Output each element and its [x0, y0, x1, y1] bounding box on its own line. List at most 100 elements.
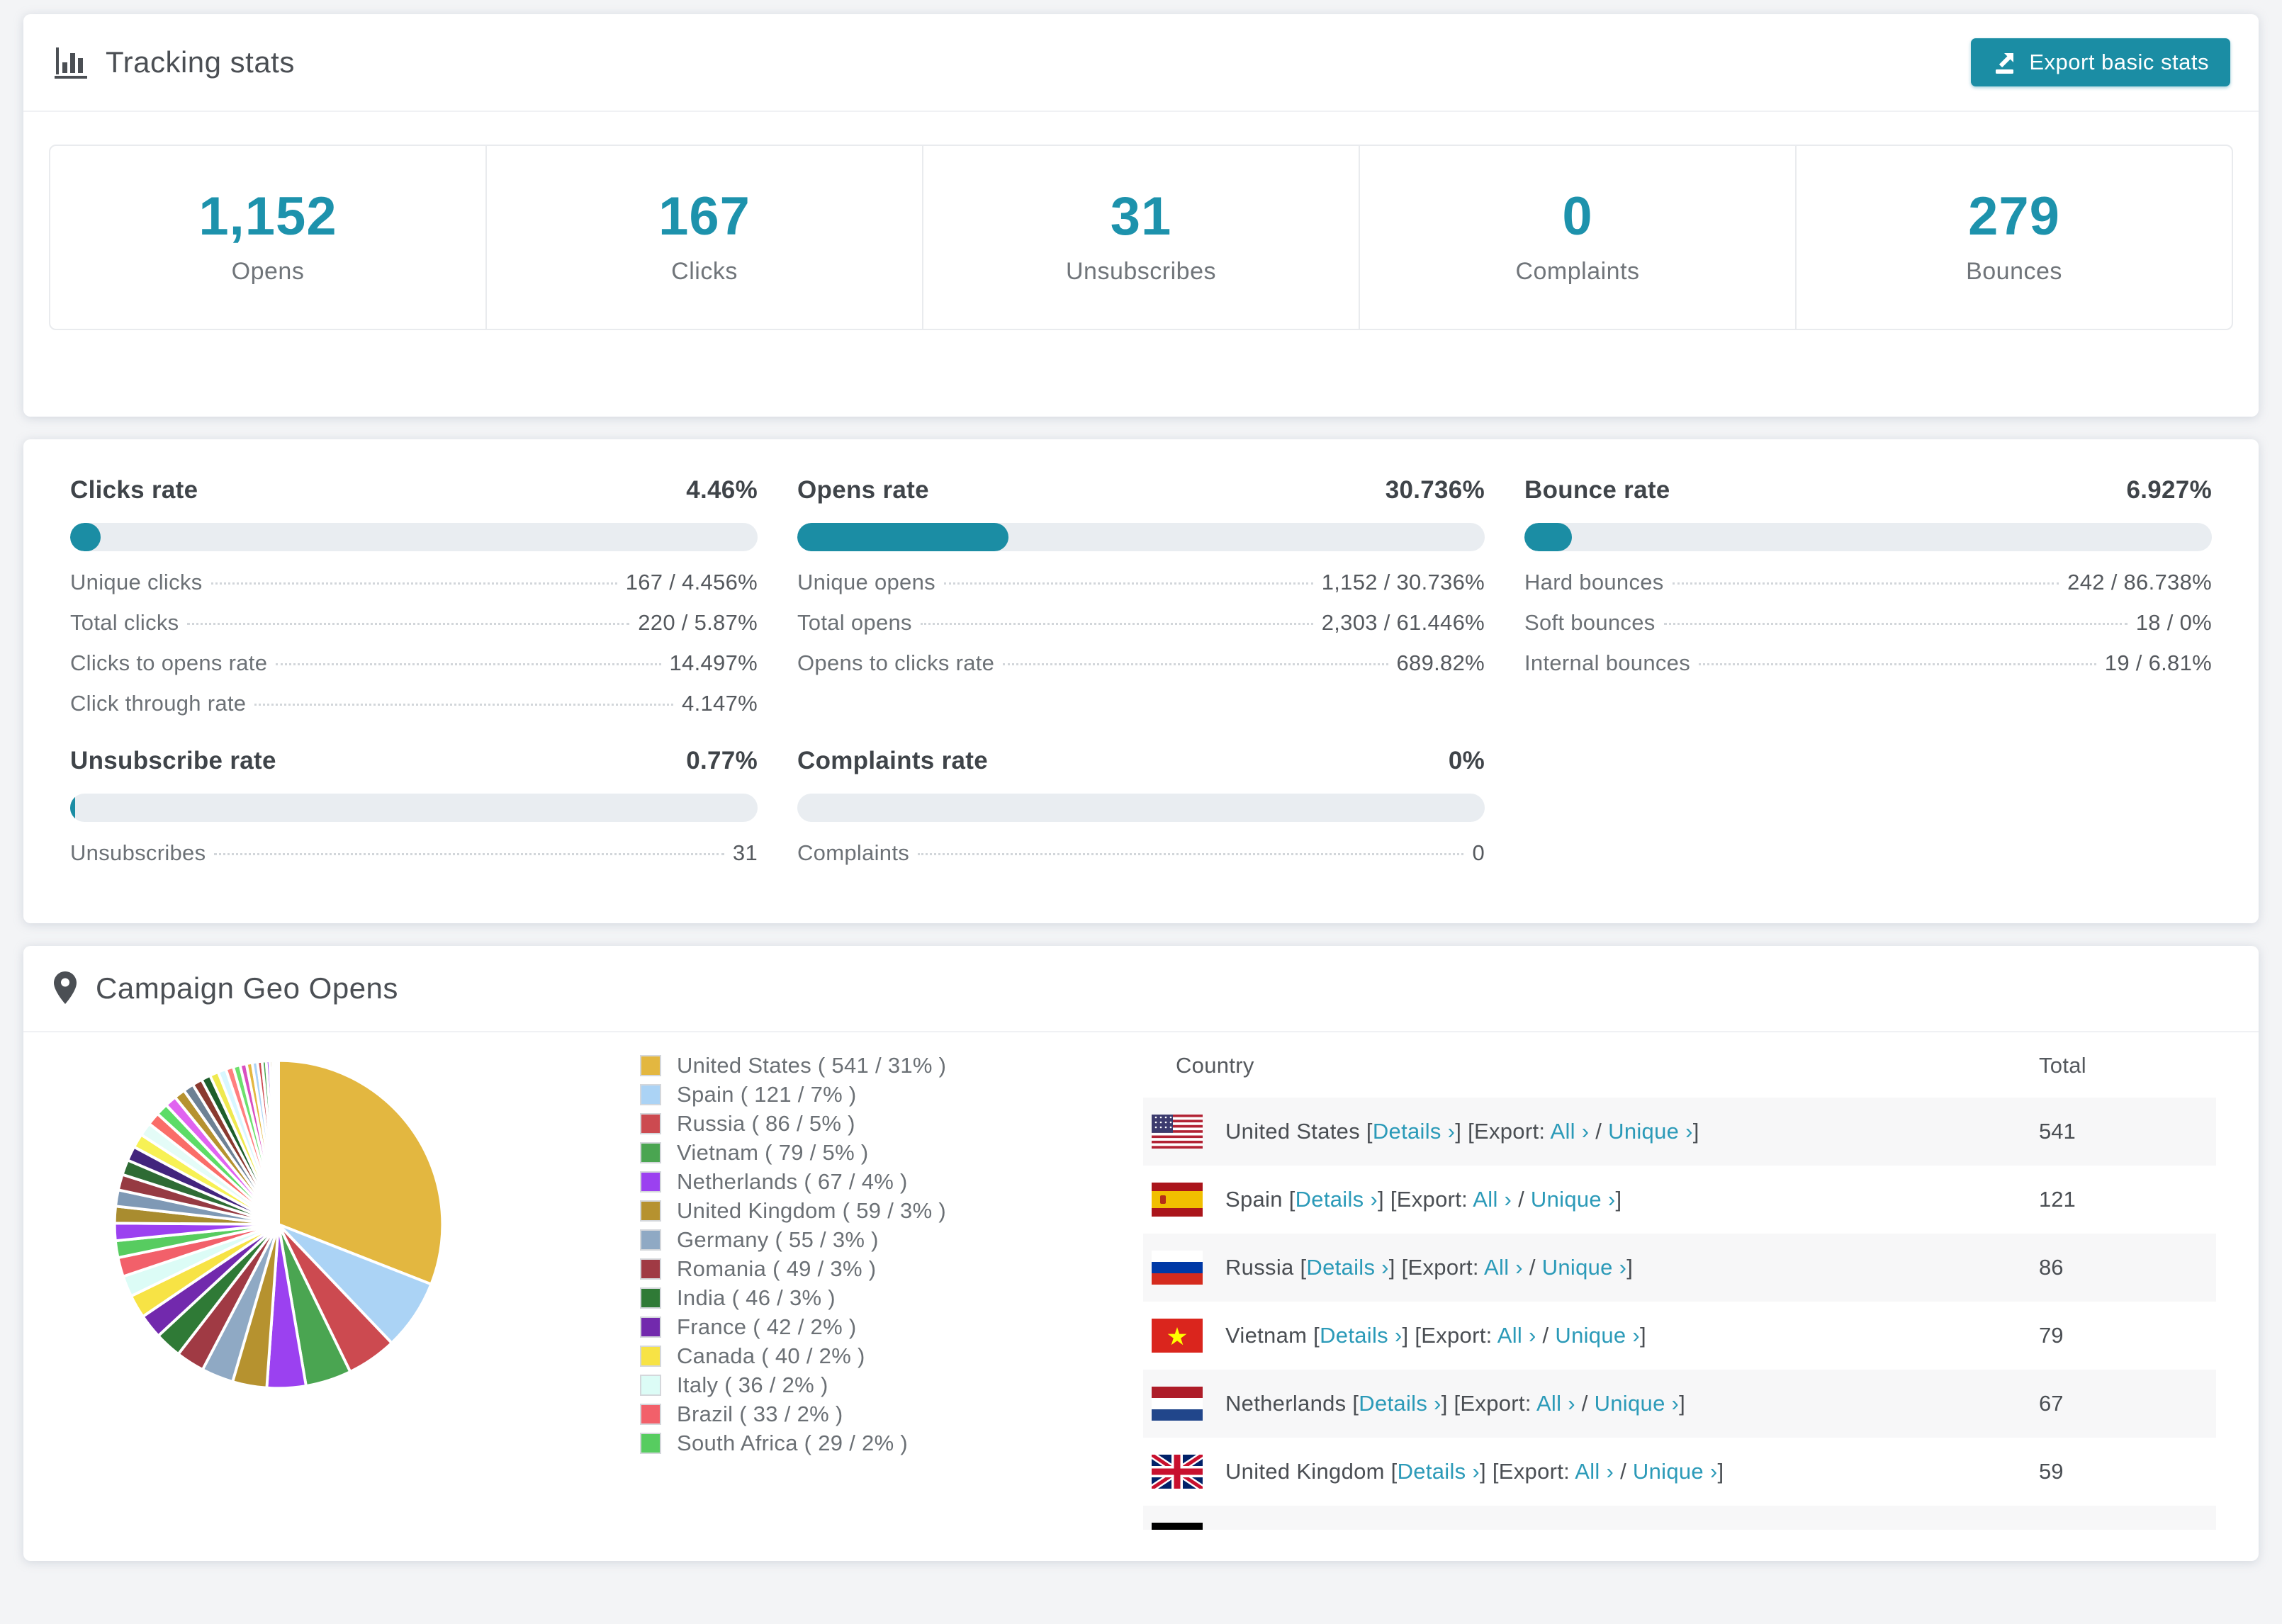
country-links: United States [Details ›] [Export: All ›…: [1225, 1119, 1699, 1144]
country-links: Netherlands [Details ›] [Export: All › /…: [1225, 1391, 1686, 1416]
export-unique-link[interactable]: Unique ›: [1595, 1391, 1680, 1416]
summary-stat-clicks: 167 Clicks: [487, 146, 923, 329]
legend-item-united-states[interactable]: United States ( 541 / 31% ): [640, 1051, 1023, 1080]
legend-label: Vietnam ( 79 / 5% ): [677, 1139, 869, 1165]
export-unique-link[interactable]: Unique ›: [1566, 1527, 1651, 1530]
rate-detail-row: Internal bounces 19 / 6.81%: [1524, 650, 2212, 675]
geo-table: Country Total United States [Details ›] …: [1143, 1034, 2216, 1530]
legend-swatch: [640, 1316, 661, 1338]
summary-stat-value: 1,152: [198, 186, 337, 247]
export-unique-link[interactable]: Unique ›: [1531, 1187, 1616, 1212]
legend-item-spain[interactable]: Spain ( 121 / 7% ): [640, 1080, 1023, 1109]
rate-title: Clicks rate: [70, 476, 198, 504]
country-total: 55: [2039, 1506, 2216, 1530]
details-link[interactable]: Details ›: [1398, 1459, 1480, 1484]
country-total: 59: [2039, 1459, 2064, 1484]
country-total: 541: [2039, 1119, 2076, 1144]
rate-detail-value: 14.497%: [669, 650, 758, 675]
rate-detail-value: 4.147%: [682, 691, 758, 716]
export-all-link[interactable]: All ›: [1536, 1391, 1575, 1416]
summary-stat-label: Complaints: [1515, 257, 1640, 285]
export-all-link[interactable]: All ›: [1497, 1323, 1536, 1348]
export-unique-link[interactable]: Unique ›: [1608, 1119, 1693, 1144]
details-link[interactable]: Details ›: [1306, 1255, 1388, 1280]
export-basic-stats-button[interactable]: Export basic stats: [1971, 38, 2230, 86]
rate-detail-row: Complaints 0: [797, 840, 1485, 865]
country-cell: Netherlands [Details ›] [Export: All › /…: [1143, 1387, 2039, 1421]
legend-item-russia[interactable]: Russia ( 86 / 5% ): [640, 1109, 1023, 1138]
export-unique-link[interactable]: Unique ›: [1633, 1459, 1718, 1484]
legend-item-south-africa[interactable]: South Africa ( 29 / 2% ): [640, 1428, 1023, 1457]
legend-swatch: [640, 1171, 661, 1192]
legend-swatch: [640, 1112, 661, 1134]
tracking-stats-card: Tracking stats Export basic stats 1,152 O…: [23, 14, 2259, 417]
rate-detail-value: 242 / 86.738%: [2067, 570, 2212, 594]
details-link[interactable]: Details ›: [1295, 1187, 1378, 1212]
legend-label: Germany ( 55 / 3% ): [677, 1227, 879, 1252]
rate-detail-value: 2,303 / 61.446%: [1321, 610, 1485, 635]
export-all-link[interactable]: All ›: [1507, 1527, 1546, 1530]
rate-block-opens-rate: Opens rate 30.736% Unique opens 1,152 / 30.…: [797, 476, 1485, 713]
legend-item-canada[interactable]: Canada ( 40 / 2% ): [640, 1341, 1023, 1370]
summary-stat-value: 0: [1562, 186, 1593, 247]
rate-detail-row: Unique clicks 167 / 4.456%: [70, 570, 758, 594]
rate-detail-value: 1,152 / 30.736%: [1321, 570, 1485, 594]
legend-item-india[interactable]: India ( 46 / 3% ): [640, 1283, 1023, 1312]
details-link[interactable]: Details ›: [1373, 1119, 1455, 1144]
legend-item-netherlands[interactable]: Netherlands ( 67 / 4% ): [640, 1167, 1023, 1196]
legend-swatch: [640, 1258, 661, 1280]
export-all-link[interactable]: All ›: [1551, 1119, 1590, 1144]
tracking-stats-title: Tracking stats: [106, 45, 295, 79]
legend-item-romania[interactable]: Romania ( 49 / 3% ): [640, 1254, 1023, 1283]
rate-detail-row: Unsubscribes 31: [70, 840, 758, 865]
rate-detail-value: 167 / 4.456%: [625, 570, 758, 594]
geo-pie-svg: [113, 1059, 444, 1390]
summary-stat-complaints: 0 Complaints: [1360, 146, 1797, 329]
legend-item-germany[interactable]: Germany ( 55 / 3% ): [640, 1225, 1023, 1254]
legend-label: United Kingdom ( 59 / 3% ): [677, 1197, 946, 1223]
country-links: Germany [Details ›] [Export: All › / Uni…: [1225, 1527, 1656, 1530]
details-link[interactable]: Details ›: [1320, 1323, 1402, 1348]
export-unique-link[interactable]: Unique ›: [1555, 1323, 1640, 1348]
geo-pie-legend: United States ( 541 / 31% ) Spain ( 121 /…: [640, 1034, 1023, 1457]
legend-swatch: [640, 1229, 661, 1251]
rate-title: Unsubscribe rate: [70, 747, 276, 774]
export-all-link[interactable]: All ›: [1575, 1459, 1614, 1484]
rate-detail-row: Unique opens 1,152 / 30.736%: [797, 570, 1485, 594]
legend-item-france[interactable]: France ( 42 / 2% ): [640, 1312, 1023, 1341]
details-link[interactable]: Details ›: [1359, 1391, 1441, 1416]
pie-slice[interactable]: [276, 1059, 280, 1226]
export-all-link[interactable]: All ›: [1484, 1255, 1523, 1280]
geo-opens-card: Campaign Geo Opens United States ( 541 /…: [23, 946, 2259, 1561]
country-total: 67: [2039, 1391, 2064, 1416]
rate-detail-label: Total opens: [797, 610, 912, 635]
rate-detail-row: Soft bounces 18 / 0%: [1524, 610, 2212, 635]
legend-swatch: [640, 1287, 661, 1309]
country-cell: United States [Details ›] [Export: All ›…: [1143, 1115, 2039, 1149]
rate-value: 6.927%: [2126, 476, 2212, 504]
legend-item-united-kingdom[interactable]: United Kingdom ( 59 / 3% ): [640, 1196, 1023, 1225]
flag-vn: [1152, 1319, 1203, 1353]
legend-label: United States ( 541 / 31% ): [677, 1052, 947, 1078]
summary-stats-row: 1,152 Opens 167 Clicks 31 Unsubscribes 0 Compla…: [49, 145, 2233, 330]
export-unique-link[interactable]: Unique ›: [1542, 1255, 1627, 1280]
flag-es: [1152, 1183, 1203, 1217]
geo-table-row-gb: United Kingdom [Details ›] [Export: All …: [1143, 1438, 2216, 1506]
rate-detail-value: 689.82%: [1396, 650, 1485, 675]
rate-detail-label: Unsubscribes: [70, 840, 206, 865]
legend-item-brazil[interactable]: Brazil ( 33 / 2% ): [640, 1399, 1023, 1428]
rate-detail-label: Unique clicks: [70, 570, 203, 594]
legend-item-italy[interactable]: Italy ( 36 / 2% ): [640, 1370, 1023, 1399]
flag-us: [1152, 1115, 1203, 1149]
rate-value: 0.77%: [686, 747, 758, 774]
export-all-link[interactable]: All ›: [1473, 1187, 1512, 1212]
legend-item-vietnam[interactable]: Vietnam ( 79 / 5% ): [640, 1138, 1023, 1167]
geo-opens-title: Campaign Geo Opens: [96, 971, 398, 1005]
rate-detail-label: Unique opens: [797, 570, 935, 594]
details-link[interactable]: Details ›: [1330, 1527, 1412, 1530]
bar-chart-icon: [52, 44, 89, 81]
legend-label: Brazil ( 33 / 2% ): [677, 1401, 843, 1426]
summary-stat-value: 279: [1968, 186, 2060, 247]
country-cell: United Kingdom [Details ›] [Export: All …: [1143, 1455, 2039, 1489]
legend-swatch: [640, 1083, 661, 1105]
